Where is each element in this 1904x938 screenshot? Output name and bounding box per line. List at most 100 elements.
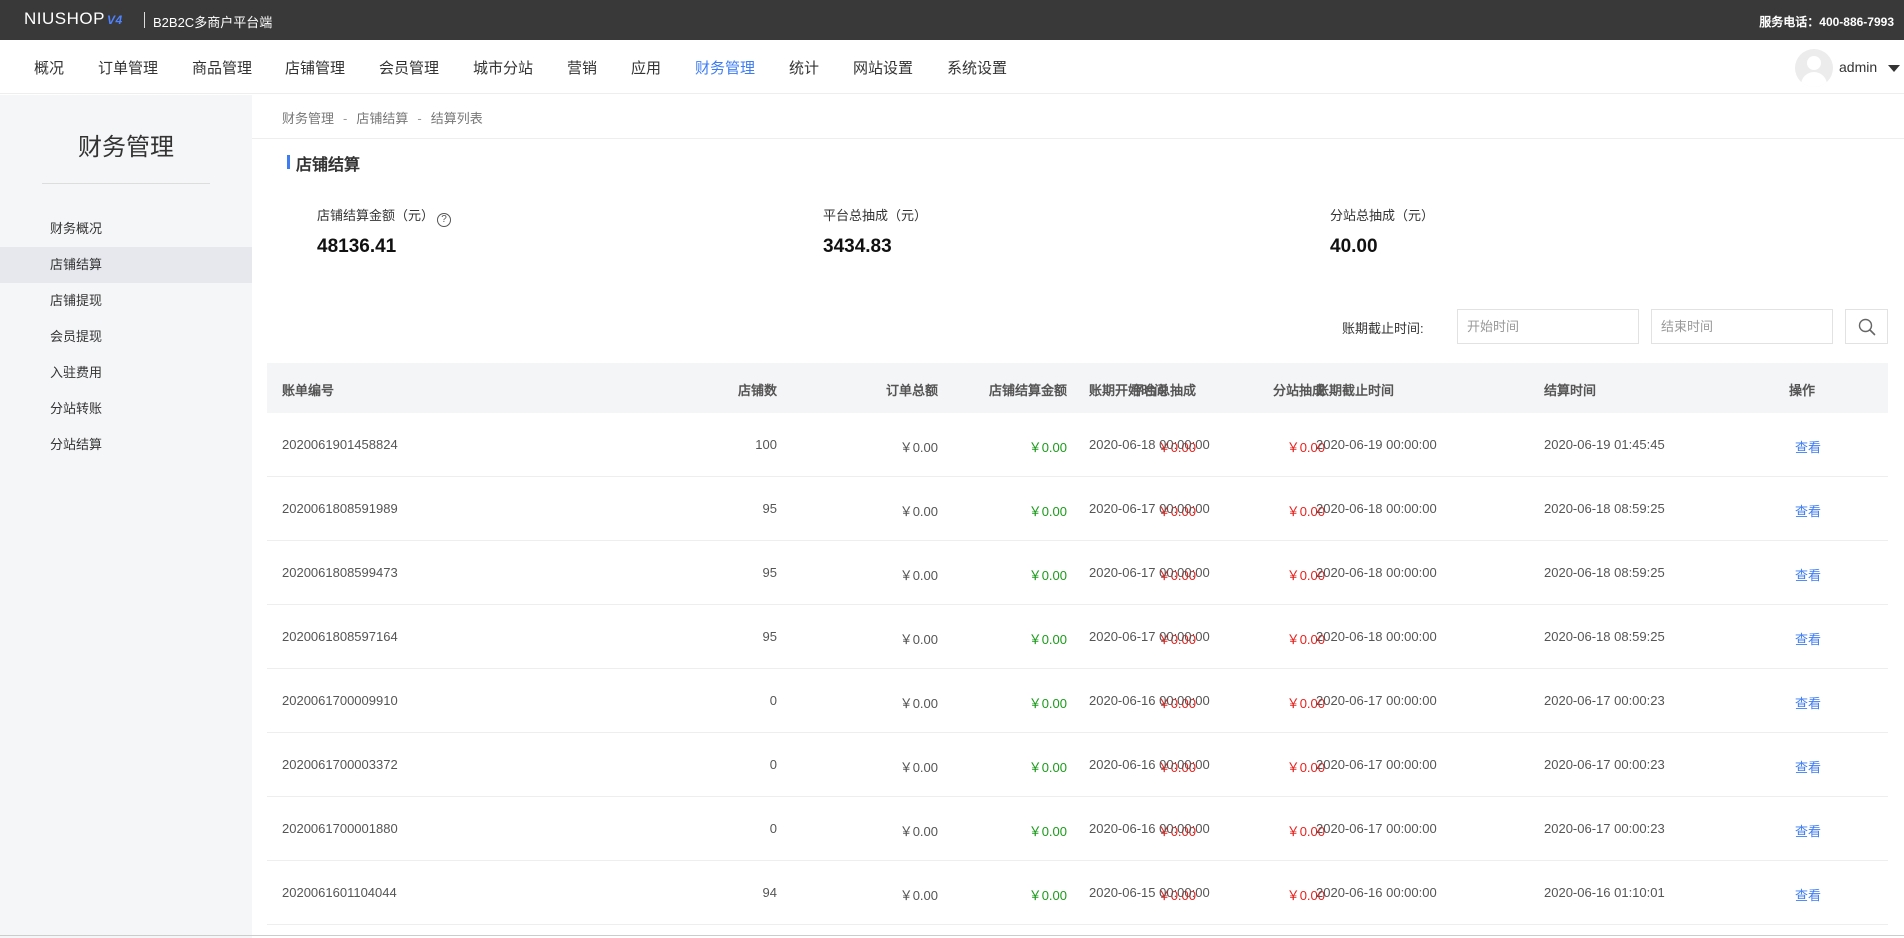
cell-shop-count: 95 [762, 501, 777, 516]
logo-text: NIUSHOP [24, 9, 105, 28]
cell-shop-count: 0 [769, 821, 777, 836]
cell-period-end: 2020-06-18 00:00:00 [1316, 629, 1437, 644]
cell-period-end: 2020-06-17 00:00:00 [1316, 757, 1437, 772]
view-link[interactable]: 查看 [1795, 757, 1821, 776]
nav-item-system-settings[interactable]: 系统设置 [947, 57, 1007, 78]
stat-value-platform-commission: 3434.83 [823, 236, 892, 257]
help-icon[interactable]: ? [437, 213, 452, 227]
cell-period-start: 2020-06-16 00:00:00 [1089, 693, 1210, 708]
cell-settle-time: 2020-06-18 08:59:25 [1544, 565, 1665, 580]
cell-period-end: 2020-06-19 00:00:00 [1316, 437, 1437, 452]
end-date-input[interactable] [1651, 309, 1833, 344]
cell-period-start: 2020-06-18 00:00:00 [1089, 437, 1210, 452]
cell-settle-amount: ￥0.00 [1028, 824, 1067, 839]
cell-bill-id: 2020061700009910 [282, 693, 398, 708]
cell-shop-count: 0 [769, 757, 777, 772]
view-link[interactable]: 查看 [1795, 501, 1821, 520]
cell-shop-count: 94 [762, 885, 777, 900]
caret-down-icon [1888, 65, 1900, 72]
view-link[interactable]: 查看 [1795, 629, 1821, 648]
logo-version: V4 [106, 13, 123, 27]
stat-value-branch-commission: 40.00 [1330, 236, 1378, 257]
breadcrumb-item[interactable]: 店铺结算 [356, 111, 408, 126]
breadcrumb: 财务管理 - 店铺结算 - 结算列表 [282, 111, 483, 126]
table-row: 2020061601104044 94 ￥0.00 ￥0.00 ￥0.00 ￥0.00 20… [267, 861, 1888, 925]
nav-item-goods[interactable]: 商品管理 [192, 57, 252, 78]
search-icon [1858, 318, 1876, 336]
nav-item-shops[interactable]: 店铺管理 [285, 57, 345, 78]
sidebar-item-shop-withdraw[interactable]: 店铺提现 [0, 283, 252, 319]
topbar-divider [144, 12, 145, 28]
cell-order-total: ￥0.00 [899, 568, 938, 583]
service-phone: 服务电话：400-886-7993 [1759, 15, 1894, 29]
nav-item-members[interactable]: 会员管理 [379, 57, 439, 78]
col-header-action: 操作 [1789, 383, 1816, 398]
cell-bill-id: 2020061700003372 [282, 757, 398, 772]
cell-period-start: 2020-06-17 00:00:00 [1089, 501, 1210, 516]
nav-item-finance[interactable]: 财务管理 [695, 57, 755, 78]
nav-item-apps[interactable]: 应用 [631, 57, 661, 78]
logo[interactable]: NIUSHOP V4 [24, 9, 123, 29]
nav-item-overview[interactable]: 概况 [34, 57, 64, 78]
sidebar-item-shop-settlement[interactable]: 店铺结算 [0, 247, 252, 283]
page-bottom-edge [0, 935, 1904, 936]
cell-shop-count: 95 [762, 565, 777, 580]
cell-bill-id: 2020061601104044 [282, 885, 397, 900]
avatar [1795, 49, 1833, 87]
nav-item-site-settings[interactable]: 网站设置 [853, 57, 913, 78]
table-row: 2020061700003372 0 ￥0.00 ￥0.00 ￥0.00 ￥0.00 202… [267, 733, 1888, 797]
sidebar-item-entry-fee[interactable]: 入驻费用 [0, 355, 252, 391]
nav-item-marketing[interactable]: 营销 [567, 57, 597, 78]
cell-order-total: ￥0.00 [899, 760, 938, 775]
table-row: 2020061901458824 100 ￥0.00 ￥0.00 ￥0.00 ￥0.00 2… [267, 413, 1888, 477]
breadcrumb-item: 结算列表 [430, 111, 483, 126]
cell-bill-id: 2020061808597164 [282, 629, 398, 644]
cell-settle-time: 2020-06-16 01:10:01 [1544, 885, 1665, 900]
cell-order-total: ￥0.00 [899, 824, 938, 839]
cell-settle-time: 2020-06-17 00:00:23 [1544, 757, 1665, 772]
cell-order-total: ￥0.00 [899, 696, 938, 711]
col-header-bill-id: 账单编号 [282, 383, 335, 398]
col-header-order-total: 订单总额 [885, 383, 938, 398]
cell-period-end: 2020-06-17 00:00:00 [1316, 693, 1437, 708]
breadcrumb-item[interactable]: 财务管理 [282, 111, 334, 126]
view-link[interactable]: 查看 [1795, 885, 1821, 904]
cell-period-start: 2020-06-16 00:00:00 [1089, 757, 1210, 772]
platform-name: B2B2C多商户平台端 [153, 15, 273, 30]
breadcrumb-divider [252, 138, 1904, 139]
sidebar-item-branch-transfer[interactable]: 分站转账 [0, 391, 252, 427]
nav-item-stats[interactable]: 统计 [789, 57, 819, 78]
cell-period-start: 2020-06-15 00:00:00 [1089, 885, 1210, 900]
sidebar-item-member-withdraw[interactable]: 会员提现 [0, 319, 252, 355]
cell-settle-amount: ￥0.00 [1028, 696, 1067, 711]
cell-settle-amount: ￥0.00 [1028, 888, 1067, 903]
nav-item-city-branch[interactable]: 城市分站 [473, 57, 533, 78]
col-header-settle-time: 结算时间 [1544, 383, 1597, 398]
start-date-input[interactable] [1457, 309, 1639, 344]
cell-period-end: 2020-06-18 00:00:00 [1316, 501, 1437, 516]
view-link[interactable]: 查看 [1795, 693, 1821, 712]
sidebar-item-finance-overview[interactable]: 财务概况 [0, 211, 252, 247]
sidebar-item-branch-settlement[interactable]: 分站结算 [0, 427, 252, 463]
cell-settle-amount: ￥0.00 [1028, 760, 1067, 775]
filter-label: 账期截止时间: [1342, 321, 1424, 336]
sidebar-divider [42, 183, 210, 184]
view-link[interactable]: 查看 [1795, 437, 1821, 456]
cell-settle-amount: ￥0.00 [1028, 440, 1067, 455]
cell-order-total: ￥0.00 [899, 504, 938, 519]
col-header-period-start: 账期开始时间 [1089, 383, 1168, 398]
col-header-settle-amount: 店铺结算金额 [988, 383, 1067, 398]
cell-period-end: 2020-06-16 00:00:00 [1316, 885, 1437, 900]
view-link[interactable]: 查看 [1795, 821, 1821, 840]
cell-order-total: ￥0.00 [899, 440, 938, 455]
cell-settle-time: 2020-06-17 00:00:23 [1544, 821, 1665, 836]
cell-bill-id: 2020061700001880 [282, 821, 398, 836]
table-row: 2020061808597164 95 ￥0.00 ￥0.00 ￥0.00 ￥0.00 20… [267, 605, 1888, 669]
stat-value-settle-amount: 48136.41 [317, 236, 397, 257]
cell-period-start: 2020-06-16 00:00:00 [1089, 821, 1210, 836]
view-link[interactable]: 查看 [1795, 565, 1821, 584]
username: admin [1839, 59, 1878, 75]
cell-shop-count: 100 [755, 437, 777, 452]
search-button[interactable] [1845, 309, 1888, 344]
nav-item-orders[interactable]: 订单管理 [98, 57, 158, 78]
